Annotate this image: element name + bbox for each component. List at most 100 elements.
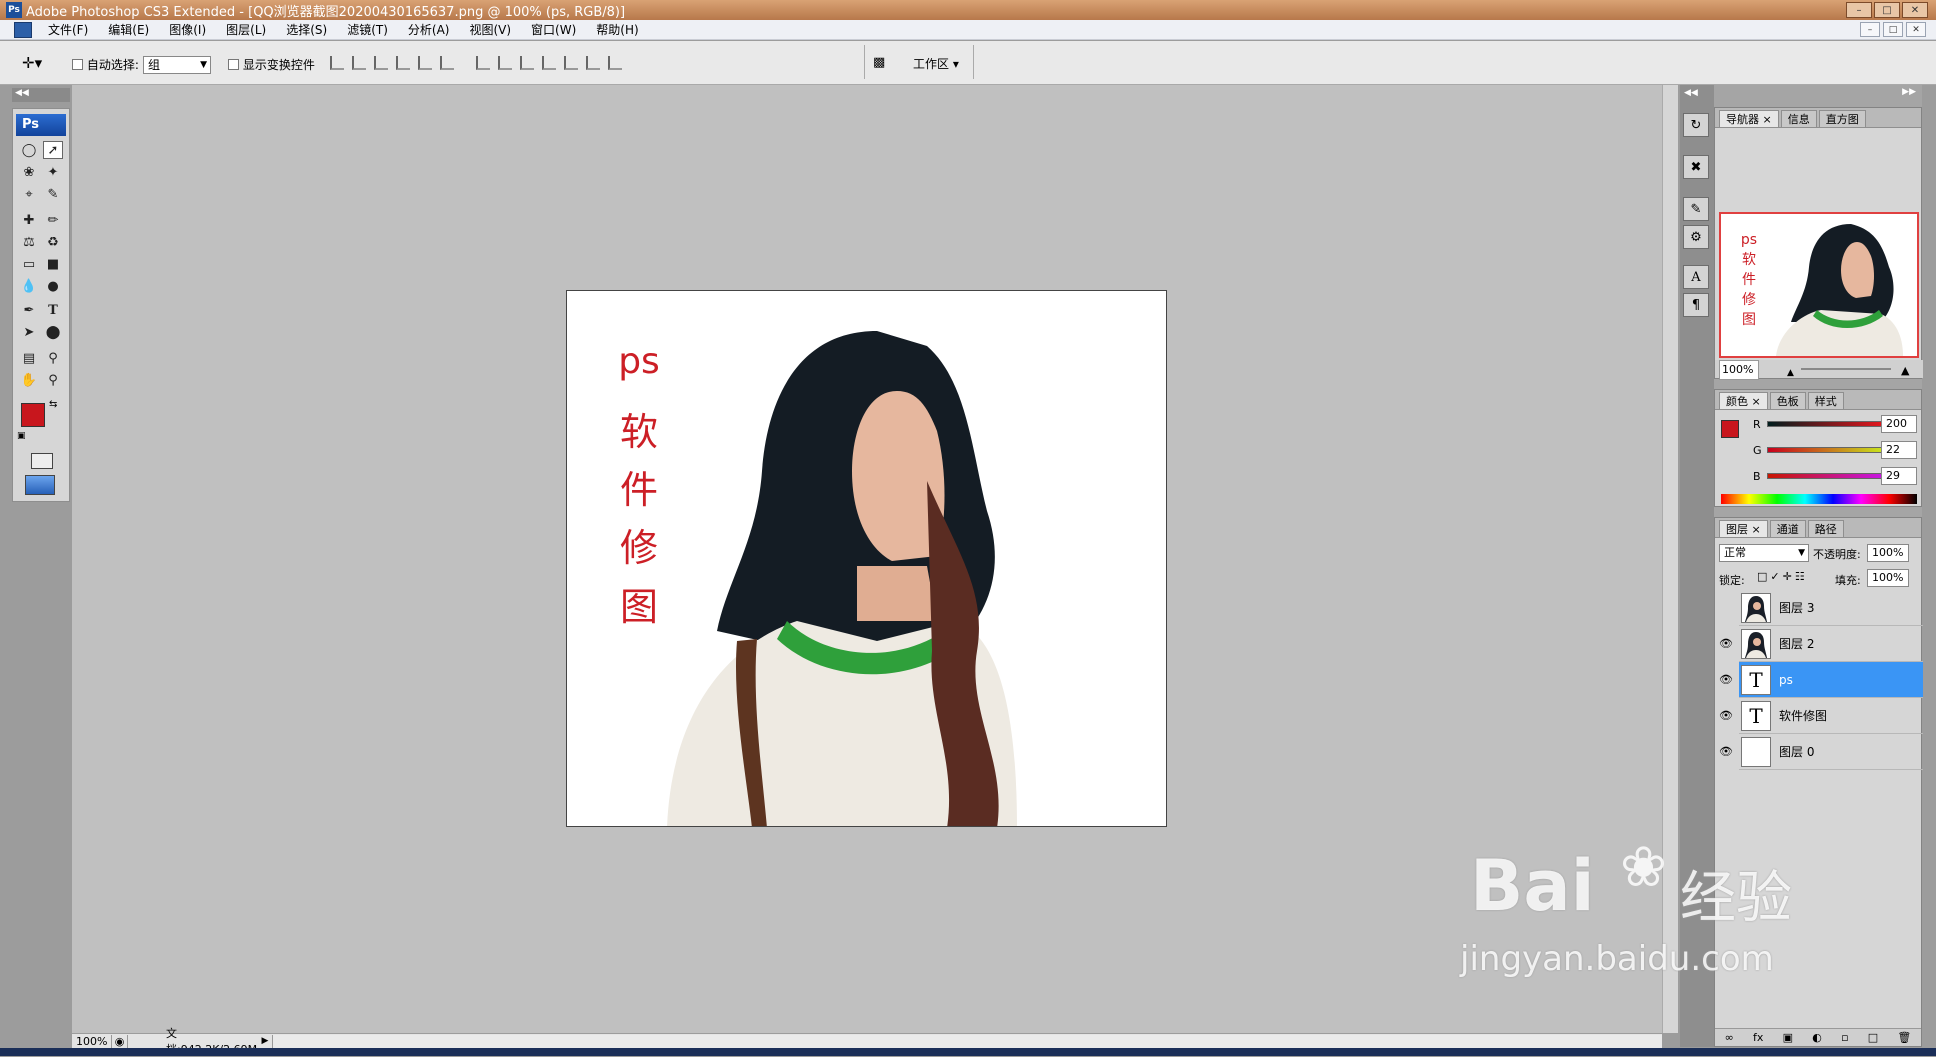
auto-select-checkbox[interactable] [72,59,83,70]
distribute-left-icon[interactable] [542,56,556,70]
zoom-tool-icon[interactable]: ⚲ [43,371,63,389]
dock-collapse-icon[interactable]: ◀◀ [1680,88,1714,100]
maximize-button[interactable]: □ [1874,2,1900,18]
menu-file[interactable]: 文件(F) [38,21,98,38]
quick-mask-icon[interactable] [31,453,53,469]
menu-edit[interactable]: 编辑(E) [98,21,159,38]
layer-row[interactable]: 图层 3 [1739,590,1923,626]
brushes-panel-icon[interactable]: ✎ [1683,197,1709,221]
tab-histogram[interactable]: 直方图 [1818,110,1866,127]
clone-stamp-tool-icon[interactable]: ⚖ [19,233,39,251]
workspace-button[interactable]: 工作区 ▾ [913,55,959,72]
type-tool-icon[interactable]: T [43,301,63,319]
history-brush-tool-icon[interactable]: ♻ [43,233,63,251]
color-b-value[interactable]: 29 [1881,467,1917,485]
align-left-icon[interactable] [396,56,410,70]
menu-analysis[interactable]: 分析(A) [398,21,460,38]
color-fg-swatch[interactable] [1721,420,1739,438]
auto-select-dropdown[interactable]: 组 ▼ [143,56,211,74]
align-bottom-icon[interactable] [374,56,388,70]
status-menu-arrow-icon[interactable]: ▶ [258,1036,272,1046]
status-preview-icon[interactable]: ◉ [112,1034,128,1048]
notes-tool-icon[interactable]: ▤ [19,349,39,367]
color-g-slider[interactable] [1767,447,1897,453]
show-transform-checkbox[interactable] [228,59,239,70]
doc-close-button[interactable]: ✕ [1906,22,1926,37]
menu-view[interactable]: 视图(V) [459,21,521,38]
menu-select[interactable]: 选择(S) [276,21,337,38]
pen-tool-icon[interactable]: ✒ [19,301,39,319]
eyedropper-tool-icon[interactable]: ⚲ [43,349,63,367]
menu-filter[interactable]: 滤镜(T) [337,21,398,38]
tab-navigator[interactable]: 导航器 × [1719,110,1779,127]
blend-mode-dropdown[interactable]: 正常 ▼ [1719,544,1809,562]
slice-tool-icon[interactable]: ✎ [43,185,63,203]
dodge-tool-icon[interactable]: ● [43,277,63,295]
tool-presets-icon[interactable]: ✖ [1683,155,1709,179]
tab-channels[interactable]: 通道 [1769,520,1806,537]
gradient-tool-icon[interactable]: ■ [43,255,63,273]
align-hcenter-icon[interactable] [418,56,432,70]
color-spectrum-ramp[interactable] [1721,494,1917,504]
tab-paths[interactable]: 路径 [1807,520,1844,537]
move-tool-icon[interactable]: ➚ [43,141,63,159]
crop-tool-icon[interactable]: ⌖ [19,185,39,203]
distribute-bottom-icon[interactable] [520,56,534,70]
distribute-vcenter-icon[interactable] [498,56,512,70]
zoom-in-icon[interactable]: ▲ [1901,362,1909,380]
hand-tool-icon[interactable]: ✋ [19,371,39,389]
distribute-top-icon[interactable] [476,56,490,70]
distribute-right-icon[interactable] [586,56,600,70]
paragraph-panel-icon[interactable]: ¶ [1683,293,1709,317]
layer-row[interactable]: 👁 T 软件修图 [1719,698,1923,734]
tab-swatches[interactable]: 色板 [1769,392,1806,409]
minimize-button[interactable]: – [1846,2,1872,18]
layer-visibility-toggle[interactable] [1719,601,1733,615]
foreground-color-swatch[interactable] [21,403,45,427]
align-vcenter-icon[interactable] [352,56,366,70]
eraser-tool-icon[interactable]: ▭ [19,255,39,273]
eye-icon[interactable]: 👁 [1719,745,1733,759]
blur-tool-icon[interactable]: 💧 [19,277,39,295]
tab-layers[interactable]: 图层 × [1719,520,1768,537]
navigator-zoom-slider[interactable] [1801,368,1891,370]
horizontal-scrollbar[interactable] [272,1034,1662,1048]
zoom-out-icon[interactable]: ▲ [1787,364,1794,382]
menu-layer[interactable]: 图层(L) [216,21,276,38]
opacity-value[interactable]: 100% [1867,544,1909,562]
eye-icon[interactable]: 👁 [1719,673,1733,687]
shape-tool-icon[interactable]: ⬤ [43,323,63,341]
brush-tool-icon[interactable]: ✏ [43,211,63,229]
navigator-preview[interactable]: ps 软 件 修 图 [1719,212,1919,358]
tab-info[interactable]: 信息 [1780,110,1817,127]
status-zoom[interactable]: 100% [72,1034,112,1048]
align-top-icon[interactable] [330,56,344,70]
close-button[interactable]: ✕ [1902,2,1928,18]
toolbox-collapse-bar[interactable]: ◀◀ [12,88,70,102]
auto-align-icon[interactable] [608,56,622,70]
color-r-slider[interactable] [1767,421,1897,427]
lock-icons[interactable]: □✓✛☷ [1757,570,1808,583]
eye-icon[interactable]: 👁 [1719,709,1733,723]
menu-image[interactable]: 图像(I) [159,21,216,38]
screen-mode-icon[interactable] [25,475,55,495]
tab-styles[interactable]: 样式 [1807,392,1844,409]
color-b-slider[interactable] [1767,473,1897,479]
healing-brush-tool-icon[interactable]: ✚ [19,211,39,229]
default-colors-icon[interactable]: ▣ [17,431,26,441]
magic-wand-tool-icon[interactable]: ✦ [43,163,63,181]
layer-row[interactable]: 👁 图层 2 [1719,626,1923,662]
path-selection-tool-icon[interactable]: ➤ [19,323,39,341]
move-tool-icon[interactable]: ✛▾ [22,54,42,72]
character-panel-icon[interactable]: A [1683,265,1709,289]
bridge-icon[interactable]: ▩ [873,55,885,70]
history-panel-icon[interactable]: ↻ [1683,113,1709,137]
distribute-hcenter-icon[interactable] [564,56,578,70]
lasso-tool-icon[interactable]: ❀ [19,163,39,181]
color-r-value[interactable]: 200 [1881,415,1917,433]
swap-colors-icon[interactable]: ⇆ [49,399,57,410]
navigator-zoom-value[interactable]: 100% [1719,360,1759,380]
doc-minimize-button[interactable]: – [1860,22,1880,37]
layer-row[interactable]: 👁 图层 0 [1719,734,1923,770]
panels-collapse-icon[interactable]: ▶▶ [1714,87,1922,99]
